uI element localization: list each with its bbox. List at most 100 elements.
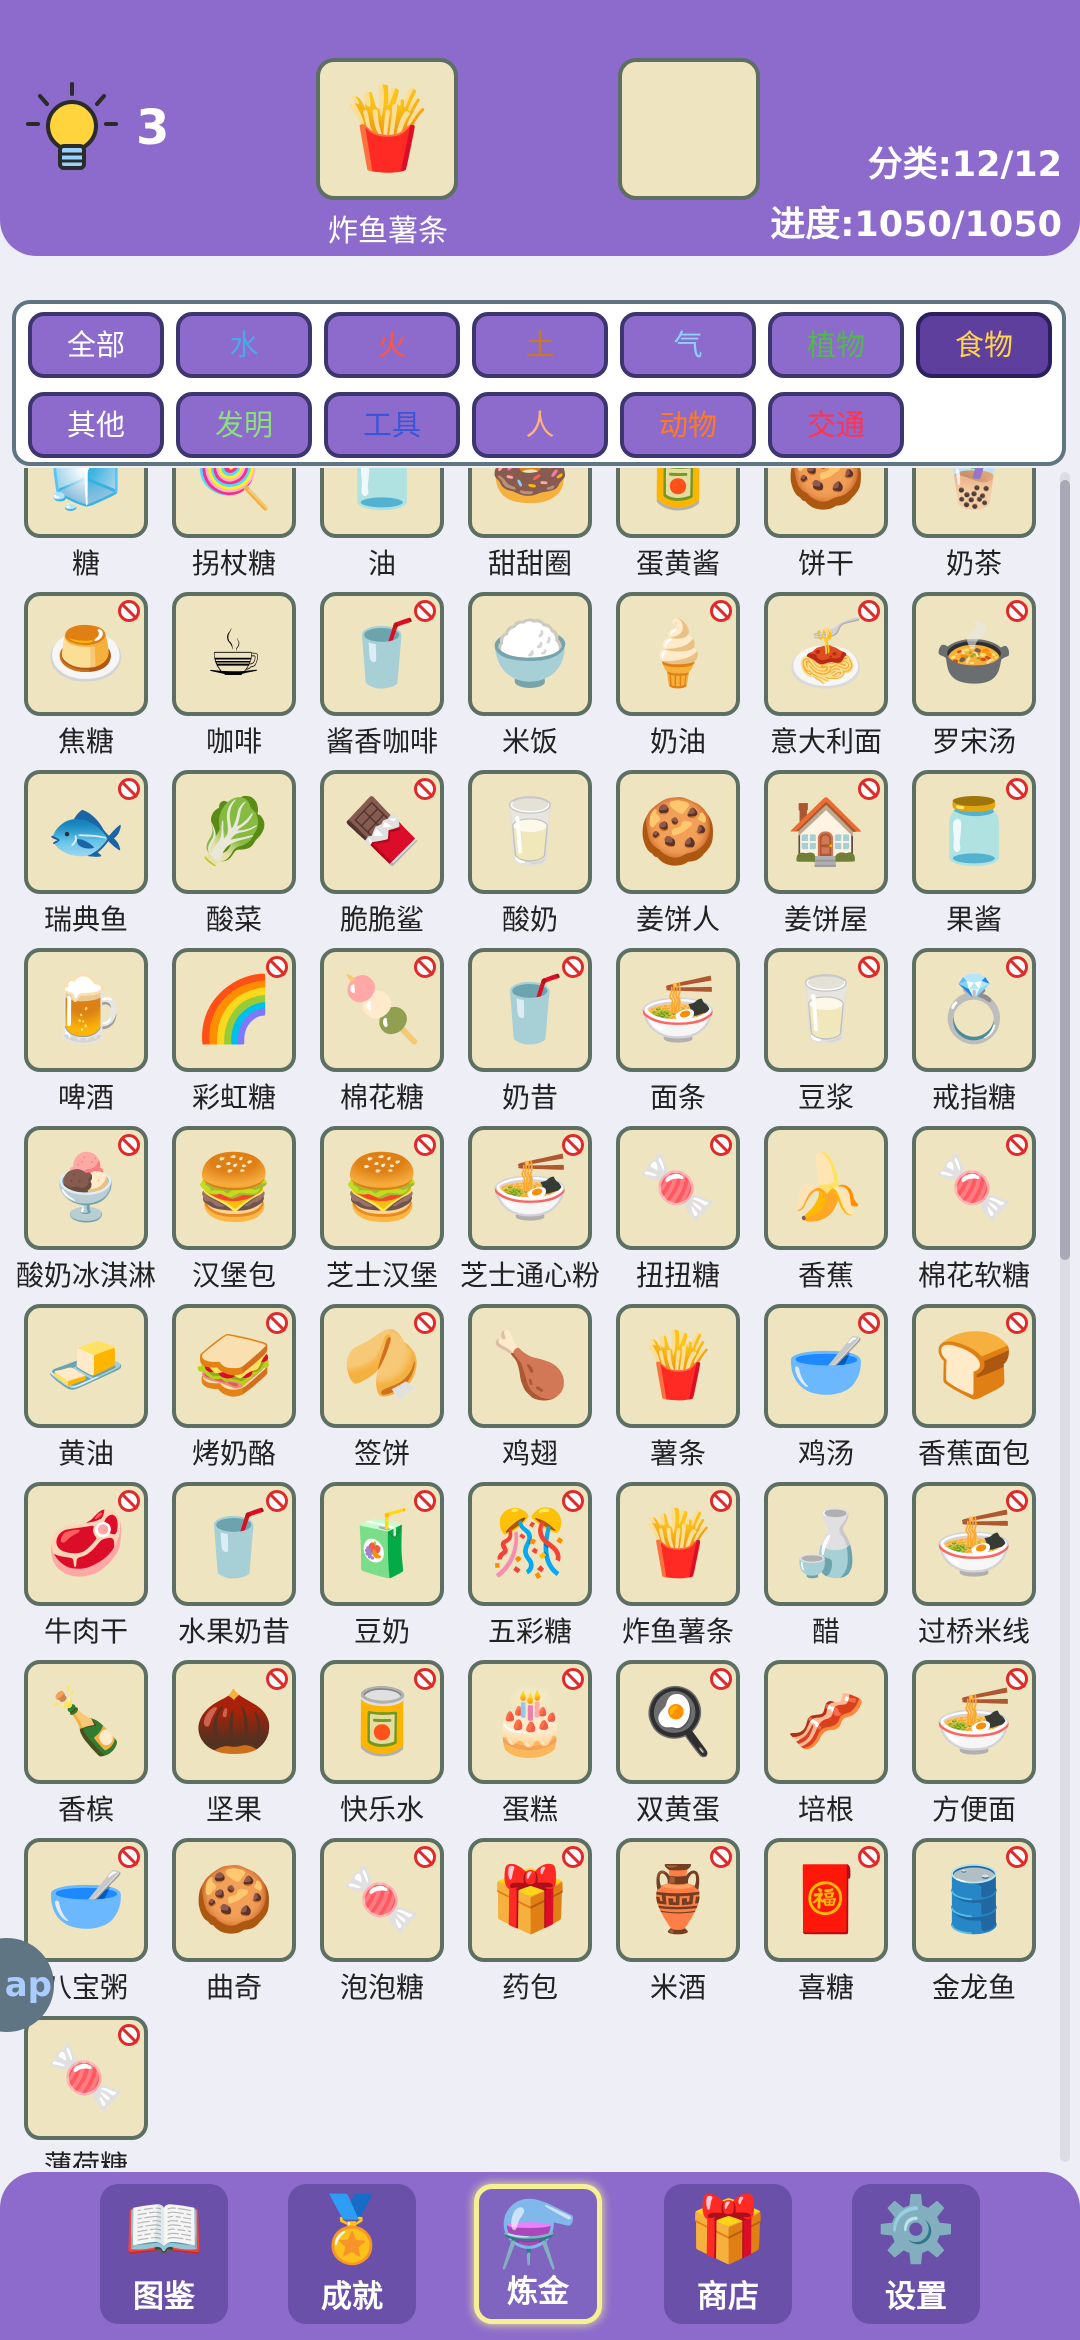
item-cell[interactable]: 🥤 酱香咖啡 [308, 592, 456, 768]
item-cell[interactable]: 🫙 果酱 [900, 770, 1048, 946]
item-cell[interactable]: 🧃 豆奶 [308, 1482, 456, 1658]
item-card[interactable]: 🫙 [320, 468, 444, 538]
item-cell[interactable]: 🍬 扭扭糖 [604, 1126, 752, 1302]
item-card[interactable]: 🍪 [616, 770, 740, 894]
item-card[interactable]: 🍜 [912, 1660, 1036, 1784]
item-card[interactable]: 🧃 [320, 1482, 444, 1606]
item-cell[interactable]: 🍲 罗宋汤 [900, 592, 1048, 768]
item-cell[interactable]: 🍾 香槟 [12, 1660, 160, 1836]
item-cell[interactable]: 🍪 姜饼人 [604, 770, 752, 946]
lightbulb-icon[interactable] [22, 80, 122, 180]
item-cell[interactable]: 🥛 酸奶 [456, 770, 604, 946]
item-cell[interactable]: 🍗 鸡翅 [456, 1304, 604, 1480]
item-card[interactable]: 🧧 [764, 1838, 888, 1962]
item-card[interactable]: 🥬 [172, 770, 296, 894]
item-cell[interactable]: 🏠 姜饼屋 [752, 770, 900, 946]
item-cell[interactable]: 🥛 豆浆 [752, 948, 900, 1124]
item-card[interactable]: 🍜 [912, 1482, 1036, 1606]
item-cell[interactable]: 🍟 薯条 [604, 1304, 752, 1480]
item-cell[interactable]: 🎊 五彩糖 [456, 1482, 604, 1658]
item-cell[interactable]: 🍜 过桥米线 [900, 1482, 1048, 1658]
item-cell[interactable]: 🍡 棉花糖 [308, 948, 456, 1124]
item-card[interactable]: 🥪 [172, 1304, 296, 1428]
item-cell[interactable]: 💍 戒指糖 [900, 948, 1048, 1124]
item-card[interactable]: 🥣 [24, 1838, 148, 1962]
item-card[interactable]: 🍪 [172, 1838, 296, 1962]
craft-slot-1[interactable]: 🍟 [316, 58, 458, 200]
item-card[interactable]: 🍜 [616, 948, 740, 1072]
item-cell[interactable]: 🧈 黄油 [12, 1304, 160, 1480]
item-cell[interactable]: 🍔 汉堡包 [160, 1126, 308, 1302]
item-cell[interactable]: 🍜 方便面 [900, 1660, 1048, 1836]
item-card[interactable]: 🧈 [24, 1304, 148, 1428]
filter-3[interactable]: 火 [324, 312, 460, 378]
filter-9[interactable]: 发明 [176, 392, 312, 458]
item-card[interactable]: 🥤 [468, 948, 592, 1072]
item-cell[interactable]: 🫙 油 [308, 468, 456, 590]
item-cell[interactable]: 🍺 啤酒 [12, 948, 160, 1124]
item-card[interactable]: 🧋 [912, 468, 1036, 538]
item-cell[interactable]: 🌰 坚果 [160, 1660, 308, 1836]
item-cell[interactable]: 🍚 米饭 [456, 592, 604, 768]
scrollbar-thumb[interactable] [1060, 480, 1070, 1260]
item-cell[interactable]: 🍪 曲奇 [160, 1838, 308, 2014]
filter-1[interactable]: 全部 [28, 312, 164, 378]
item-cell[interactable]: 🍶 醋 [752, 1482, 900, 1658]
item-card[interactable]: 🍔 [320, 1126, 444, 1250]
item-cell[interactable]: 🥤 水果奶昔 [160, 1482, 308, 1658]
item-card[interactable]: 🍞 [912, 1304, 1036, 1428]
item-card[interactable]: 🥫 [616, 468, 740, 538]
filter-13[interactable]: 交通 [768, 392, 904, 458]
item-card[interactable]: 🍜 [468, 1126, 592, 1250]
item-card[interactable]: 🍫 [320, 770, 444, 894]
item-card[interactable]: 🍗 [468, 1304, 592, 1428]
item-card[interactable]: 🥠 [320, 1304, 444, 1428]
item-card[interactable]: 🍩 [468, 468, 592, 538]
item-cell[interactable]: 🧊 糖 [12, 468, 160, 590]
filter-7[interactable]: 食物 [916, 312, 1052, 378]
item-card[interactable]: 🍟 [616, 1304, 740, 1428]
item-card[interactable]: 🍡 [320, 948, 444, 1072]
item-card[interactable]: 🍚 [468, 592, 592, 716]
nav-encyclopedia[interactable]: 📖 图鉴 [100, 2184, 228, 2324]
item-cell[interactable]: 🍜 芝士通心粉 [456, 1126, 604, 1302]
item-card[interactable]: 🥓 [764, 1660, 888, 1784]
item-cell[interactable]: 🥫 快乐水 [308, 1660, 456, 1836]
item-cell[interactable]: 🍬 棉花软糖 [900, 1126, 1048, 1302]
item-card[interactable]: 🍳 [616, 1660, 740, 1784]
filter-12[interactable]: 动物 [620, 392, 756, 458]
item-card[interactable]: 🍝 [764, 592, 888, 716]
item-cell[interactable]: 🧋 奶茶 [900, 468, 1048, 590]
item-card[interactable]: 🍦 [616, 592, 740, 716]
item-card[interactable]: 🥣 [764, 1304, 888, 1428]
item-cell[interactable]: 🥤 奶昔 [456, 948, 604, 1124]
item-cell[interactable]: 🍌 香蕉 [752, 1126, 900, 1302]
item-cell[interactable]: 🥠 签饼 [308, 1304, 456, 1480]
item-card[interactable]: 🍬 [616, 1126, 740, 1250]
item-cell[interactable]: 🍟 炸鱼薯条 [604, 1482, 752, 1658]
item-card[interactable]: 💍 [912, 948, 1036, 1072]
item-cell[interactable]: 🏺 米酒 [604, 1838, 752, 2014]
item-card[interactable]: 🍺 [24, 948, 148, 1072]
item-card[interactable]: 🍬 [24, 2016, 148, 2140]
item-card[interactable]: 🍨 [24, 1126, 148, 1250]
item-cell[interactable]: 🍔 芝士汉堡 [308, 1126, 456, 1302]
item-card[interactable]: 🎁 [468, 1838, 592, 1962]
item-cell[interactable]: 🍜 面条 [604, 948, 752, 1124]
nav-achievements[interactable]: 🏅 成就 [288, 2184, 416, 2324]
filter-8[interactable]: 其他 [28, 392, 164, 458]
item-card[interactable]: 🥤 [172, 1482, 296, 1606]
filter-6[interactable]: 植物 [768, 312, 904, 378]
item-cell[interactable]: 🥪 烤奶酪 [160, 1304, 308, 1480]
item-cell[interactable]: 🍫 脆脆鲨 [308, 770, 456, 946]
item-cell[interactable]: 🍨 酸奶冰淇淋 [12, 1126, 160, 1302]
item-cell[interactable]: 🥓 培根 [752, 1660, 900, 1836]
item-card[interactable]: 🧊 [24, 468, 148, 538]
filter-10[interactable]: 工具 [324, 392, 460, 458]
craft-slot-2[interactable] [618, 58, 760, 200]
item-cell[interactable]: ☕ 咖啡 [160, 592, 308, 768]
item-card[interactable]: 🍶 [764, 1482, 888, 1606]
nav-settings[interactable]: ⚙️ 设置 [852, 2184, 980, 2324]
item-cell[interactable]: 🥬 酸菜 [160, 770, 308, 946]
item-card[interactable]: 🌰 [172, 1660, 296, 1784]
